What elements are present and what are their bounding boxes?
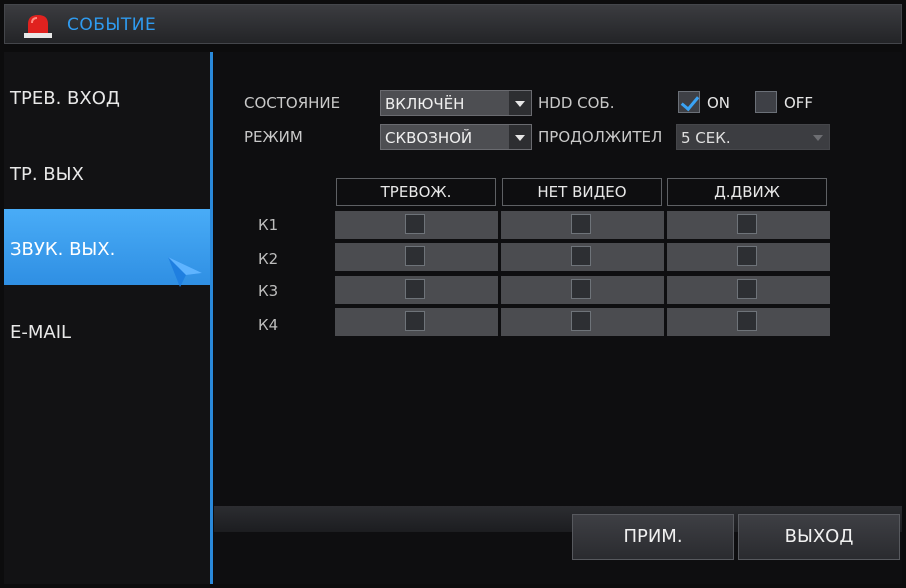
column-header-video-loss: НЕТ ВИДЕО [502, 178, 662, 206]
apply-button[interactable]: ПРИМ. [572, 514, 734, 560]
sidebar-item-alarm-output[interactable]: ТР. ВЫХ [4, 128, 210, 204]
grid-cell [667, 243, 830, 271]
column-header-motion: Д.ДВИЖ [667, 178, 827, 206]
k1-video-loss-checkbox[interactable] [571, 214, 591, 234]
grid-cell [667, 276, 830, 304]
grid-cell [335, 308, 498, 336]
main-panel: СОСТОЯНИЕ ВКЛЮЧЁН HDD СОБ. ON OFF РЕЖИМ … [214, 52, 902, 584]
k4-alarm-checkbox[interactable] [405, 311, 425, 331]
chevron-down-icon[interactable] [509, 91, 531, 115]
chevron-down-icon[interactable] [509, 125, 531, 149]
hdd-off-label: OFF [784, 94, 814, 112]
hdd-on-label: ON [707, 94, 731, 112]
hdd-on-checkbox[interactable] [678, 91, 700, 113]
column-header-alarm: ТРЕВОЖ. [336, 178, 496, 206]
window-title: СОБЫТИЕ [67, 15, 157, 35]
duration-dropdown-value: 5 СЕК. [681, 129, 731, 147]
row-label-k4: К4 [258, 316, 279, 334]
mode-label: РЕЖИМ [244, 128, 303, 146]
sidebar-item-label: E-MAIL [10, 322, 72, 343]
sidebar-item-label: ТР. ВЫХ [10, 164, 84, 185]
state-dropdown-value: ВКЛЮЧЁН [385, 95, 465, 113]
exit-button[interactable]: ВЫХОД [738, 514, 900, 560]
k2-motion-checkbox[interactable] [737, 246, 757, 266]
row-label-k1: К1 [258, 216, 279, 234]
grid-cell [501, 211, 664, 239]
grid-cell [335, 211, 498, 239]
title-bar: СОБЫТИЕ [4, 4, 902, 44]
grid-cell [501, 308, 664, 336]
hdd-off-checkbox[interactable] [755, 91, 777, 113]
k1-alarm-checkbox[interactable] [405, 214, 425, 234]
row-label-k3: К3 [258, 282, 279, 300]
k4-video-loss-checkbox[interactable] [571, 311, 591, 331]
grid-cell [667, 308, 830, 336]
state-label: СОСТОЯНИЕ [244, 94, 341, 112]
sidebar-divider [210, 52, 213, 584]
duration-dropdown[interactable]: 5 СЕК. [676, 124, 830, 150]
state-dropdown[interactable]: ВКЛЮЧЁН [380, 90, 532, 116]
k2-video-loss-checkbox[interactable] [571, 246, 591, 266]
sidebar: ТРЕВ. ВХОД ТР. ВЫХ ЗВУК. ВЫХ. E-MAIL [4, 52, 210, 584]
k4-motion-checkbox[interactable] [737, 311, 757, 331]
duration-label: ПРОДОЛЖИТЕЛ [538, 128, 663, 146]
alarm-siren-icon [24, 15, 52, 38]
sidebar-item-alarm-input[interactable]: ТРЕВ. ВХОД [4, 52, 210, 128]
k3-alarm-checkbox[interactable] [405, 279, 425, 299]
mode-dropdown[interactable]: СКВОЗНОЙ [380, 124, 532, 150]
k3-video-loss-checkbox[interactable] [571, 279, 591, 299]
event-settings-window: СОБЫТИЕ ТРЕВ. ВХОД ТР. ВЫХ ЗВУК. ВЫХ. E-… [0, 0, 906, 588]
sidebar-item-label: ТРЕВ. ВХОД [10, 88, 120, 109]
grid-cell [501, 276, 664, 304]
sidebar-item-label: ЗВУК. ВЫХ. [10, 239, 116, 260]
sidebar-item-sound-output[interactable]: ЗВУК. ВЫХ. [4, 209, 210, 287]
grid-cell [667, 211, 830, 239]
chevron-down-icon[interactable] [807, 125, 829, 149]
sidebar-item-email[interactable]: E-MAIL [4, 286, 210, 362]
grid-cell [335, 243, 498, 271]
mode-dropdown-value: СКВОЗНОЙ [385, 129, 473, 147]
k3-motion-checkbox[interactable] [737, 279, 757, 299]
k1-motion-checkbox[interactable] [737, 214, 757, 234]
grid-cell [501, 243, 664, 271]
pointer-arrow-icon [168, 257, 202, 287]
grid-cell [335, 276, 498, 304]
hdd-label: HDD СОБ. [538, 94, 615, 112]
k2-alarm-checkbox[interactable] [405, 246, 425, 266]
row-label-k2: К2 [258, 250, 279, 268]
